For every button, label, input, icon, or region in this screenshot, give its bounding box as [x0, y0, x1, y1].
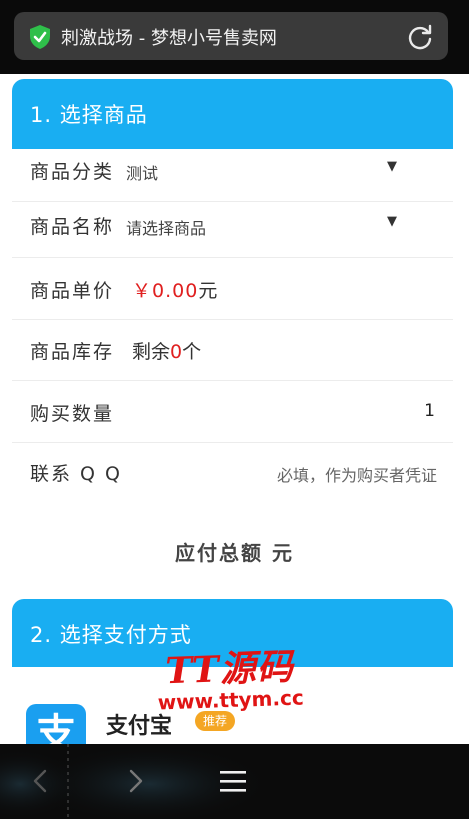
category-select[interactable]: 商品分类 测试 ▼	[12, 149, 453, 202]
alipay-icon[interactable]: 支	[26, 704, 86, 744]
back-arrow-icon[interactable]	[26, 766, 56, 796]
quantity-row: 购买数量 1	[12, 381, 453, 443]
product-placeholder: 请选择商品	[126, 219, 207, 238]
address-bar[interactable]: 刺激战场 - 梦想小号售卖网	[14, 12, 448, 60]
stock-value: 剩余0个	[132, 341, 202, 363]
browser-top-bar: 刺激战场 - 梦想小号售卖网	[0, 0, 469, 74]
stock-label: 商品库存	[30, 341, 115, 363]
product-label: 商品名称	[30, 216, 115, 238]
price-row: 商品单价 ￥0.00元	[12, 258, 453, 320]
menu-icon[interactable]	[218, 766, 248, 796]
stock-row: 商品库存 剩余0个	[12, 320, 453, 381]
quantity-input[interactable]: 1	[424, 401, 435, 421]
section-select-product-header: 1. 选择商品	[12, 79, 453, 149]
product-select[interactable]: 商品名称 请选择商品 ▼	[12, 202, 453, 258]
forward-arrow-icon[interactable]	[120, 766, 150, 796]
dropdown-arrow-icon: ▼	[387, 159, 397, 174]
quantity-label: 购买数量	[30, 403, 115, 425]
section-title: 2. 选择支付方式	[30, 623, 192, 647]
browser-bottom-nav	[0, 744, 469, 819]
page-content: 1. 选择商品 商品分类 测试 ▼ 商品名称 请选择商品 ▼ 商品单价 ￥0.0…	[0, 74, 469, 744]
security-shield-icon	[30, 25, 50, 49]
price-value: ￥0.00元	[132, 280, 219, 302]
recommended-badge: 推荐	[195, 711, 236, 731]
total-amount: 应付总额 元	[175, 541, 294, 565]
site-watermark: TT源码 www.ttym.cc	[154, 645, 306, 715]
category-label: 商品分类	[30, 161, 115, 183]
qq-row: 联系 Q Q 必填，作为购买者凭证	[12, 443, 453, 503]
qq-input[interactable]: 必填，作为购买者凭证	[277, 462, 437, 486]
page-title: 刺激战场 - 梦想小号售卖网	[61, 28, 277, 49]
watermark-url: www.ttym.cc	[157, 685, 305, 715]
category-value: 测试	[126, 164, 159, 183]
watermark-logo: TT源码	[164, 645, 295, 693]
dropdown-arrow-icon: ▼	[387, 214, 397, 229]
qq-label: 联系 Q Q	[30, 463, 122, 485]
price-label: 商品单价	[30, 280, 115, 302]
alipay-icon-glyph: 支	[36, 711, 76, 744]
section-title: 1. 选择商品	[30, 103, 148, 127]
refresh-icon[interactable]	[406, 23, 434, 51]
